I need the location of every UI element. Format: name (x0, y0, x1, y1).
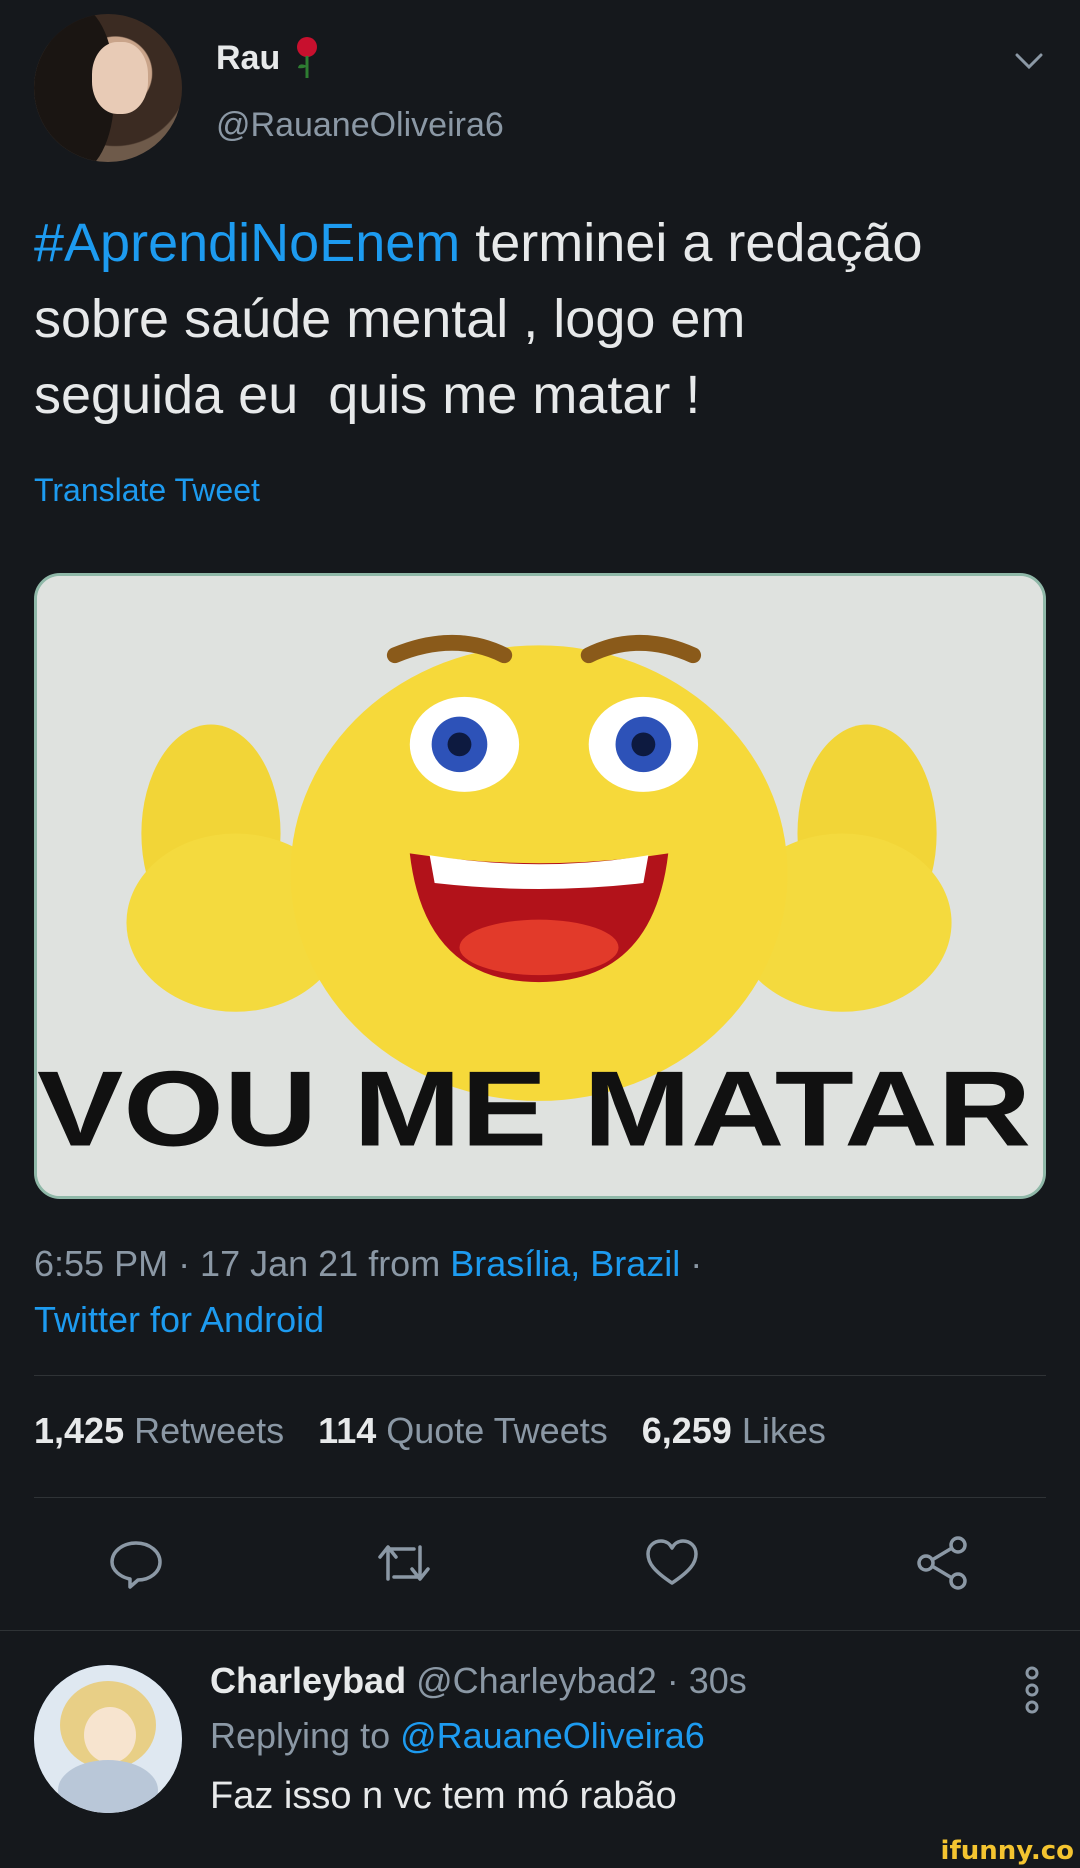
author-handle[interactable]: @RauaneOliveira6 (216, 106, 504, 145)
tweet-text-line3: seguida eu quis me matar ! (34, 365, 701, 425)
tweet-text-line2: sobre saúde mental , logo em (34, 289, 746, 349)
tweet-actions (34, 1535, 1046, 1595)
rose-emoji-icon (294, 36, 320, 80)
reply-author-name[interactable]: Charleybad (210, 1660, 406, 1702)
watermark: ifunny.co (940, 1836, 1074, 1866)
retweets-stat[interactable]: 1,425 Retweets (34, 1410, 284, 1452)
tweet-header: Rau @RauaneOliveira6 (34, 14, 1046, 164)
source-link[interactable]: Twitter for Android (34, 1299, 324, 1340)
tweet-text-line1: terminei a redação (460, 213, 923, 273)
replying-to-label: Replying to (210, 1715, 401, 1756)
author-name[interactable]: Rau (216, 39, 280, 78)
replying-to: Replying to @RauaneOliveira6 (210, 1715, 705, 1757)
share-icon[interactable] (914, 1535, 970, 1591)
section-divider (0, 1630, 1080, 1631)
tweet-media-image[interactable]: VOU ME MATAR (34, 573, 1046, 1199)
tweet-meta: 6:55 PM · 17 Jan 21 from Brasília, Brazi… (34, 1236, 1044, 1348)
author-avatar[interactable] (34, 14, 182, 162)
hashtag-link[interactable]: #AprendiNoEnem (34, 213, 460, 273)
tweet-timestamp: 6:55 PM · 17 Jan 21 from (34, 1243, 451, 1284)
author-name-line[interactable]: Rau (216, 36, 320, 80)
likes-stat[interactable]: 6,259 Likes (642, 1410, 826, 1452)
reply-text: Faz isso n vc tem mó rabão (210, 1775, 677, 1817)
retweet-icon[interactable] (374, 1535, 430, 1591)
location-link[interactable]: Brasília, Brazil (450, 1243, 680, 1284)
reply-icon[interactable] (108, 1535, 164, 1591)
quote-tweets-stat[interactable]: 114 Quote Tweets (318, 1410, 608, 1452)
reply-author-avatar[interactable] (34, 1665, 182, 1813)
tweet-stats: 1,425 Retweets 114 Quote Tweets 6,259 Likes (34, 1410, 826, 1452)
location-separator: · (680, 1243, 703, 1284)
media-caption: VOU ME MATAR (37, 1049, 1031, 1169)
divider (34, 1497, 1046, 1498)
chevron-down-icon[interactable] (1012, 44, 1046, 78)
reply-author-handle[interactable]: @Charleybad2 · 30s (416, 1660, 747, 1702)
reply-header: Charleybad @Charleybad2 · 30s (210, 1660, 747, 1702)
more-options-icon[interactable] (1022, 1665, 1042, 1715)
replying-to-handle[interactable]: @RauaneOliveira6 (400, 1715, 705, 1756)
translate-tweet-link[interactable]: Translate Tweet (34, 472, 260, 509)
tweet-text: #AprendiNoEnem terminei a redação sobre … (34, 205, 1044, 433)
like-icon[interactable] (644, 1535, 700, 1591)
divider (34, 1375, 1046, 1376)
